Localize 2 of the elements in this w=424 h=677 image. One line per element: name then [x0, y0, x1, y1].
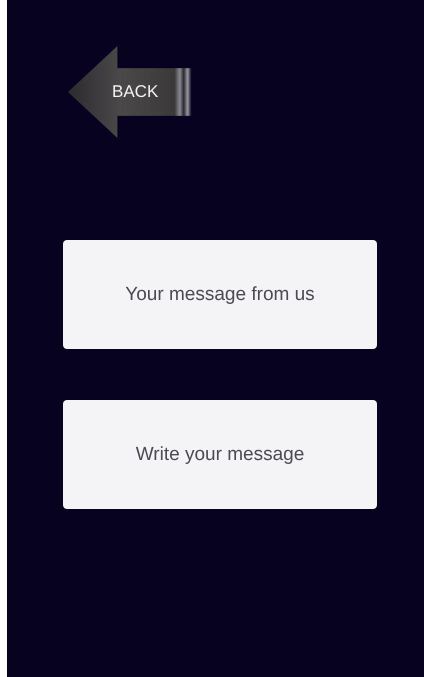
- menu-button[interactable]: Write your message: [63, 400, 377, 509]
- menu-button[interactable]: Your message from us: [63, 240, 377, 349]
